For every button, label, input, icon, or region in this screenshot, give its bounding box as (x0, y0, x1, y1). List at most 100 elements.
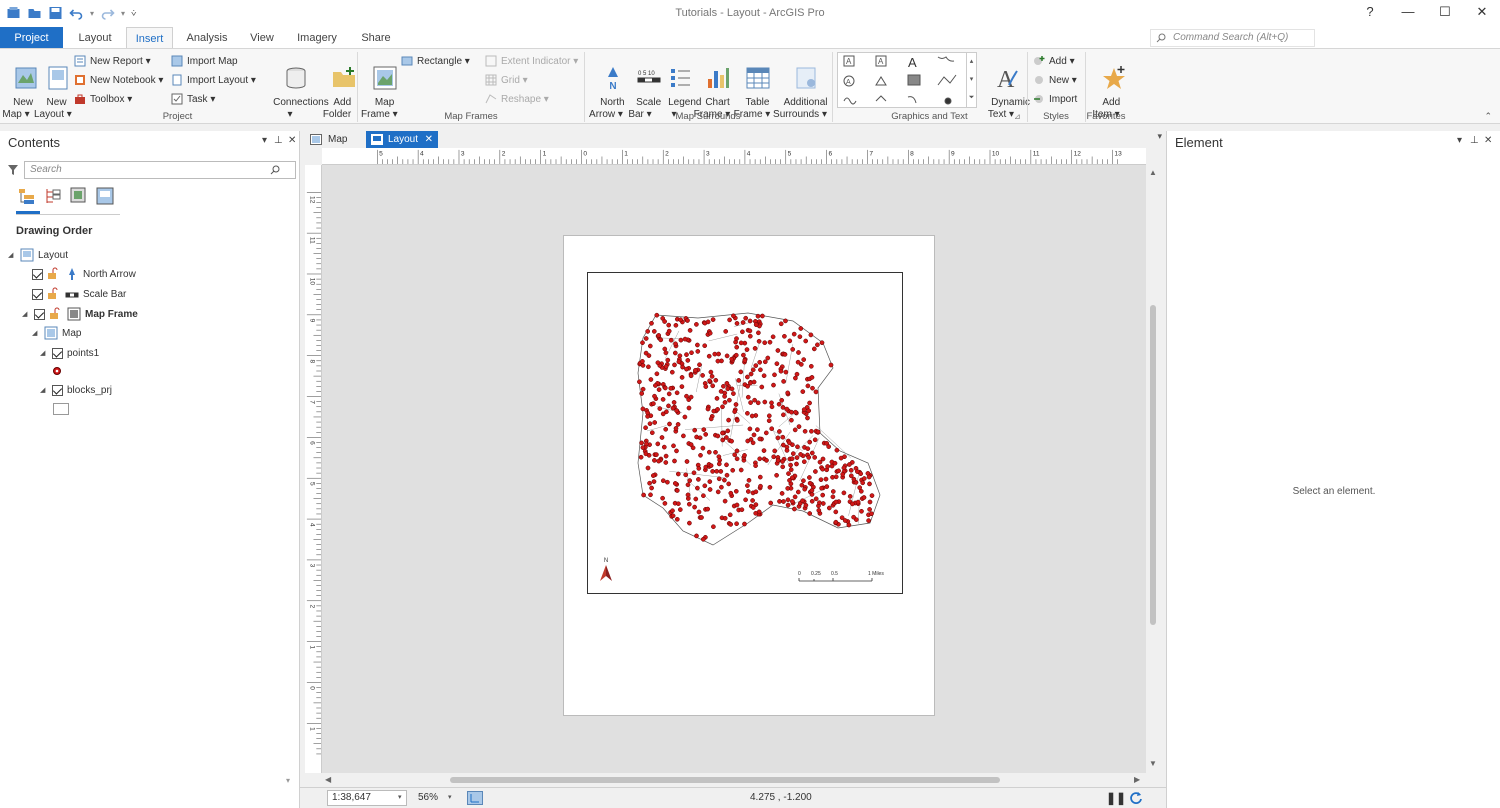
north-arrow[interactable]: N (600, 558, 612, 581)
map-frame[interactable]: N 0 0.25 0.5 1 Miles (587, 272, 903, 594)
list-by-selection-icon[interactable] (70, 187, 88, 205)
polygon-symbol-icon[interactable] (53, 403, 69, 415)
scale-combobox[interactable]: 1:38,647 (327, 790, 407, 806)
visibility-checkbox[interactable] (32, 288, 43, 300)
command-search-input[interactable]: Command Search (Alt+Q) (1150, 29, 1315, 47)
ruler-top-label: 8 (910, 151, 914, 158)
dialog-launcher-icon[interactable]: ⊿ (1014, 112, 1021, 121)
chart-frame-icon (707, 68, 729, 88)
pause-drawing-icon[interactable]: ❚❚ (1106, 791, 1126, 805)
new-notebook-button[interactable]: New Notebook ▾ (74, 72, 163, 88)
horizontal-scrollbar[interactable]: ◀ ▶ (322, 773, 1146, 787)
maximize-button[interactable]: ☐ (1435, 4, 1455, 20)
horizontal-scroll-thumb[interactable] (450, 777, 1000, 783)
scale-bar[interactable]: 0 0.25 0.5 1 Miles (798, 571, 884, 582)
tab-layout[interactable]: Layout (70, 27, 120, 48)
vertical-scroll-thumb[interactable] (1150, 305, 1156, 625)
visibility-checkbox[interactable] (34, 308, 45, 320)
drawing-order-icon[interactable] (18, 187, 36, 205)
close-button[interactable]: ✕ (1472, 4, 1492, 20)
tab-share[interactable]: Share (356, 27, 396, 48)
tab-project[interactable]: Project (0, 27, 63, 48)
toc-item-map-frame[interactable]: ◢ Map Frame (22, 305, 138, 323)
zoom-percent[interactable]: 56% (418, 792, 438, 803)
gallery-scroll[interactable]: ▴ ▾ ⏷ (966, 53, 976, 107)
new-report-button[interactable]: New Report ▾ (74, 53, 151, 69)
filter-icon[interactable] (7, 164, 19, 176)
pane-close-icon[interactable]: ✕ (1484, 135, 1492, 146)
svg-text:A: A (878, 57, 884, 66)
toc-item-map[interactable]: ◢ Map (32, 324, 81, 342)
reshape-button[interactable]: Reshape ▾ (485, 91, 549, 107)
toolbox-button[interactable]: Toolbox ▾ (74, 91, 132, 107)
collapse-icon[interactable]: ◢ (40, 349, 48, 357)
scroll-left-icon[interactable]: ◀ (325, 775, 331, 784)
extent-indicator-icon (485, 55, 497, 67)
zoom-dropdown-icon[interactable]: ▾ (448, 793, 452, 801)
vertical-scrollbar[interactable]: ▲ ▼ (1146, 165, 1160, 773)
scale-bar-icon (65, 292, 79, 298)
pin-icon[interactable]: ⊥ (1470, 135, 1479, 146)
import-layout-button[interactable]: Import Layout ▾ (171, 72, 256, 88)
grid-icon (485, 74, 497, 86)
minimize-button[interactable]: — (1398, 4, 1418, 19)
scalebar-label-2: 0.5 (831, 571, 838, 577)
pin-icon[interactable]: ⊥ (274, 135, 283, 146)
toc-label-north-arrow: North Arrow (83, 268, 136, 280)
visibility-checkbox[interactable] (52, 347, 63, 359)
toc-label-map: Map (62, 327, 82, 339)
collapse-ribbon-icon[interactable]: ⌃ (1484, 111, 1492, 122)
add-style-button[interactable]: Add ▾ (1033, 53, 1075, 69)
ruler-top-label: 3 (706, 151, 710, 158)
toc-item-blocks-prj[interactable]: ◢ blocks_prj (40, 381, 112, 399)
extent-indicator-button[interactable]: Extent Indicator ▾ (485, 53, 578, 69)
toc-item-scale-bar[interactable]: Scale Bar (32, 285, 126, 303)
list-by-labeling-icon[interactable] (96, 187, 114, 205)
close-tab-icon[interactable]: ✕ (425, 131, 433, 148)
collapse-icon[interactable]: ◢ (22, 310, 30, 318)
task-button[interactable]: Task ▾ (171, 91, 215, 107)
toc-item-north-arrow[interactable]: North Arrow (32, 265, 136, 283)
pane-options-icon[interactable]: ▾ (1457, 135, 1462, 146)
grid-button[interactable]: Grid ▾ (485, 72, 528, 88)
scroll-right-icon[interactable]: ▶ (1134, 775, 1140, 784)
title-bar: ▾ ▾ ⩒ Tutorials - Layout - ArcGIS Pro ? … (0, 0, 1500, 27)
graphics-gallery[interactable]: A A A A ▴ ▾ ⏷ (837, 52, 977, 108)
ruler-left-label: 6 (309, 441, 316, 445)
list-by-source-icon[interactable] (44, 187, 62, 205)
toc-item-points1[interactable]: ◢ points1 (40, 344, 99, 362)
fixed-zoom-icon[interactable] (467, 791, 483, 805)
pane-scroll-down-icon[interactable]: ▾ (286, 776, 290, 785)
refresh-icon[interactable] (1129, 791, 1143, 805)
scroll-up-icon[interactable]: ▲ (1149, 168, 1157, 177)
tab-list-icon[interactable]: ▾ (1157, 131, 1162, 142)
tab-analysis[interactable]: Analysis (180, 27, 234, 48)
lock-icon[interactable] (49, 307, 63, 321)
import-map-label: Import Map (187, 55, 238, 67)
toc-item-layout[interactable]: ◢ Layout (8, 246, 68, 264)
scroll-down-icon[interactable]: ▼ (1149, 759, 1157, 768)
rectangle-button[interactable]: Rectangle ▾ (401, 53, 470, 69)
map-display[interactable]: N 0 0.25 0.5 1 Miles (588, 273, 904, 595)
tab-insert[interactable]: Insert (126, 27, 173, 49)
collapse-icon[interactable]: ◢ (8, 251, 16, 259)
point-symbol-icon[interactable] (52, 366, 62, 376)
collapse-icon[interactable]: ◢ (32, 329, 40, 337)
collapse-icon[interactable]: ◢ (40, 386, 48, 394)
new-style-button[interactable]: New ▾ (1033, 72, 1077, 88)
search-icon[interactable] (270, 165, 280, 175)
help-button[interactable]: ? (1360, 4, 1380, 19)
import-map-button[interactable]: Import Map (171, 53, 238, 69)
visibility-checkbox[interactable] (52, 384, 63, 396)
layout-icon (20, 248, 34, 262)
contents-search-input[interactable]: Search (24, 161, 296, 179)
pane-options-icon[interactable]: ▾ (262, 135, 267, 146)
scale-dropdown-icon[interactable]: ▾ (398, 793, 402, 801)
tab-view[interactable]: View (244, 27, 280, 48)
lock-icon[interactable] (47, 287, 61, 301)
tab-imagery[interactable]: Imagery (292, 27, 342, 48)
visibility-checkbox[interactable] (32, 268, 43, 280)
lock-icon[interactable] (47, 267, 61, 281)
import-style-button[interactable]: Import (1033, 91, 1077, 107)
pane-close-icon[interactable]: ✕ (288, 135, 296, 146)
